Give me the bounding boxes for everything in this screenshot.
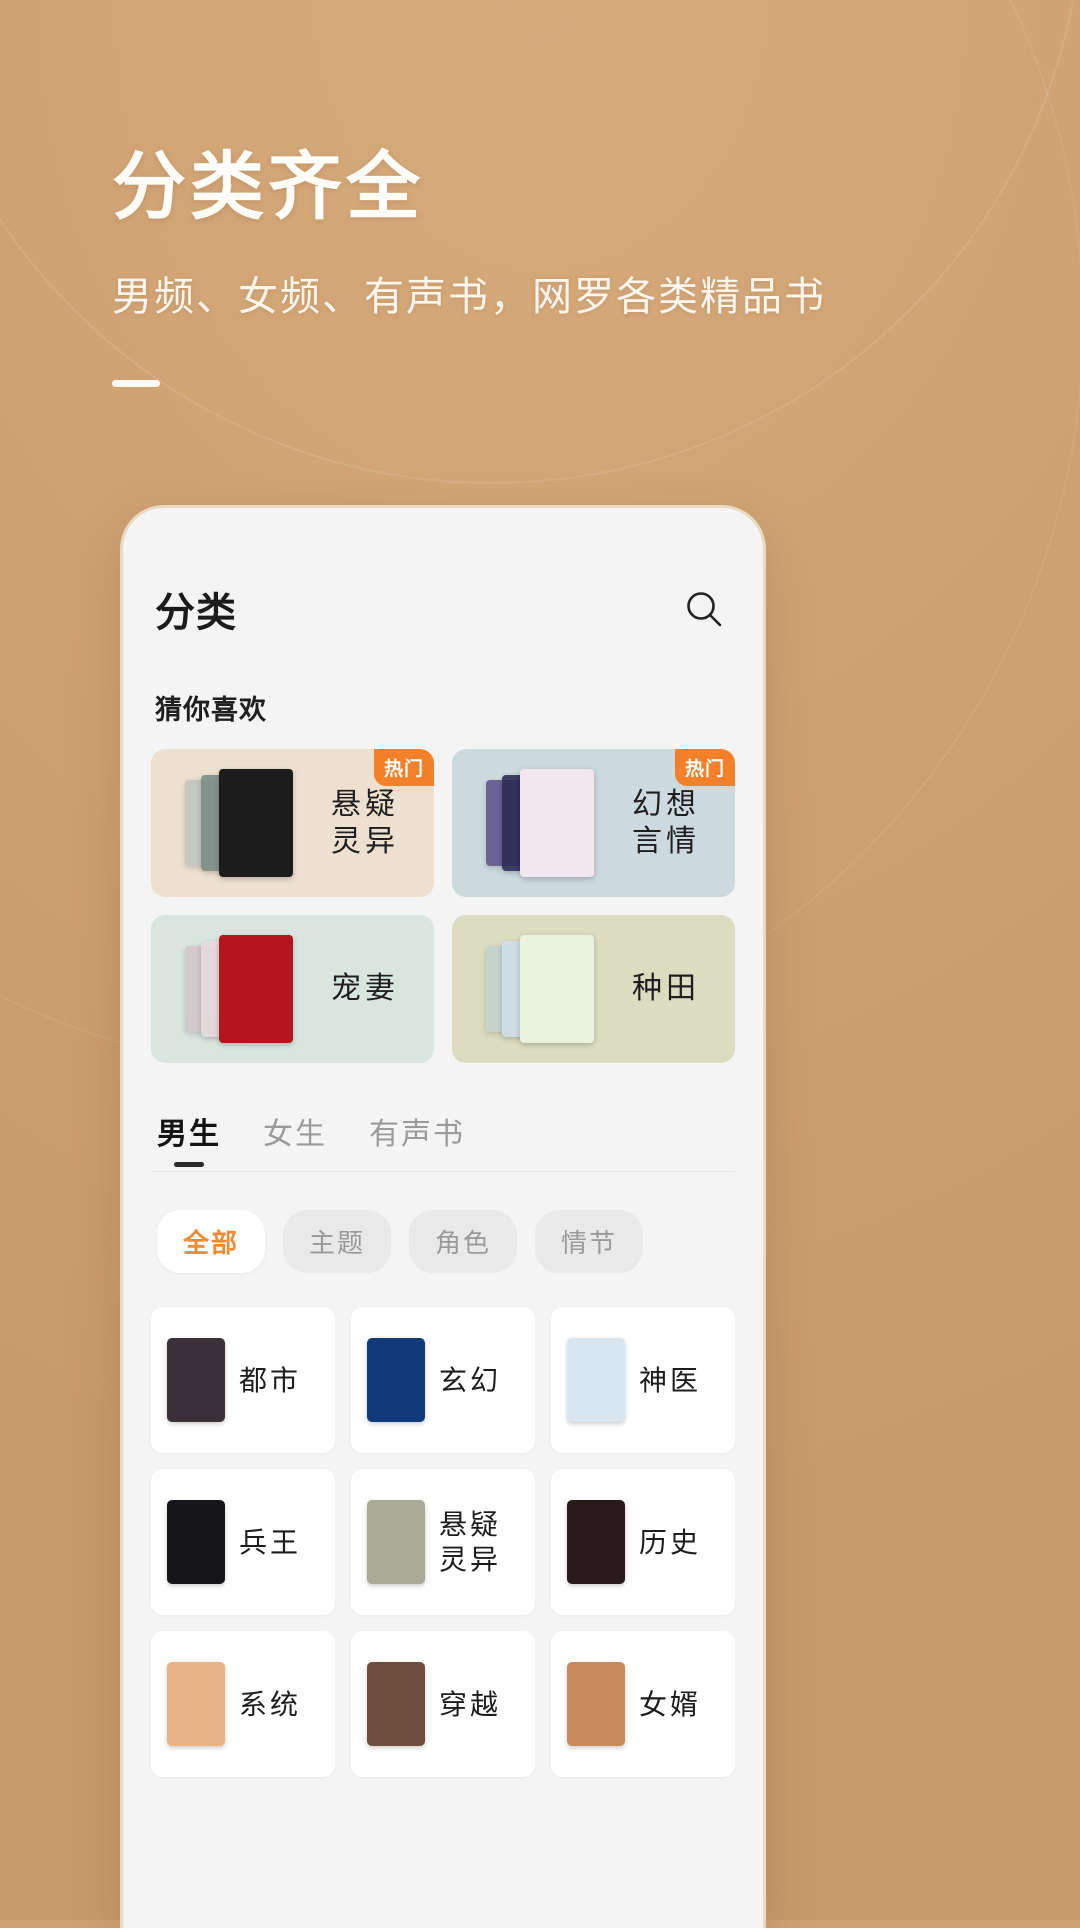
tab-bar: 男生 女生 有声书 [151,1109,735,1172]
hero-divider-dash [112,379,160,387]
app-page-title: 分类 [155,591,237,635]
category-card[interactable]: 悬疑 灵异 [351,1469,535,1615]
category-label: 玄幻 [439,1364,502,1396]
category-label: 兵王 [239,1526,302,1558]
book-cover-image [567,1338,625,1422]
category-label: 女婿 [639,1688,702,1720]
category-label: 穿越 [439,1688,502,1720]
page-title: 分类齐全 [112,147,424,229]
category-card[interactable]: 玄幻 [351,1307,535,1453]
category-label: 都市 [239,1364,302,1396]
book-cover-stack [167,934,317,1044]
book-cover-image [520,769,594,877]
book-cover-image [167,1500,225,1584]
tab-audiobook[interactable]: 有声书 [369,1109,465,1171]
book-cover-image [367,1338,425,1422]
phone-mockup: 分类 猜你喜欢 悬疑 灵异 热门 幻想 言情 热门 宠妻 种田 男生 女生 有声书 全部 主题 角色情… [120,505,766,1928]
recommendation-grid: 悬疑 灵异 热门 幻想 言情 热门 宠妻 种田 [151,749,735,1063]
book-cover-image [367,1662,425,1746]
tab-female[interactable]: 女生 [263,1109,327,1171]
category-card[interactable]: 历史 [551,1469,735,1615]
search-icon[interactable] [677,582,731,636]
category-card[interactable]: 兵王 [151,1469,335,1615]
book-cover-image [167,1662,225,1746]
book-cover-image [219,935,293,1043]
recommendation-card[interactable]: 悬疑 灵异 热门 [151,749,434,897]
book-cover-image [567,1662,625,1746]
recommendation-card[interactable]: 幻想 言情 热门 [452,749,735,897]
recommendation-card[interactable]: 种田 [452,915,735,1063]
book-cover-image [219,769,293,877]
book-cover-image [567,1500,625,1584]
hot-badge: 热门 [674,749,735,786]
category-label: 神医 [639,1364,702,1396]
category-card[interactable]: 神医 [551,1307,735,1453]
category-card[interactable]: 穿越 [351,1631,535,1777]
category-label: 历史 [639,1526,702,1558]
recommendation-label: 幻想 言情 [632,787,700,859]
book-cover-stack [167,768,317,878]
category-label: 悬疑 灵异 [439,1509,502,1575]
recommendation-label: 种田 [632,972,700,1006]
app-header: 分类 [151,508,735,638]
book-cover-image [367,1500,425,1584]
tab-male[interactable]: 男生 [157,1109,221,1171]
hot-badge: 热门 [373,749,434,786]
category-card[interactable]: 系统 [151,1631,335,1777]
recommendation-label: 宠妻 [331,972,399,1006]
filter-chip[interactable]: 主题 [283,1210,392,1273]
category-label: 系统 [239,1688,302,1720]
recommend-section-title: 猜你喜欢 [155,695,267,725]
recommendation-card[interactable]: 宠妻 [151,915,434,1063]
hero-section: 分类齐全 男频、女频、有声书，网罗各类精品书 [112,147,992,387]
filter-chip[interactable]: 全部 [157,1210,266,1273]
filter-chip[interactable]: 角色 [409,1210,518,1273]
book-cover-image [520,935,594,1043]
recommendation-label: 悬疑 灵异 [331,787,399,859]
book-cover-stack [468,768,618,878]
category-grid: 都市 玄幻 神医兵王 悬疑 灵异 历史系统 穿越 女婿 [151,1307,735,1797]
category-card[interactable]: 女婿 [551,1631,735,1777]
filter-chip-row: 全部 主题 角色 情节 [151,1210,735,1273]
book-cover-image [167,1338,225,1422]
filter-chip[interactable]: 情节 [535,1210,644,1273]
page-subtitle: 男频、女频、有声书，网罗各类精品书 [112,274,826,319]
category-card[interactable]: 都市 [151,1307,335,1453]
book-cover-stack [468,934,618,1044]
